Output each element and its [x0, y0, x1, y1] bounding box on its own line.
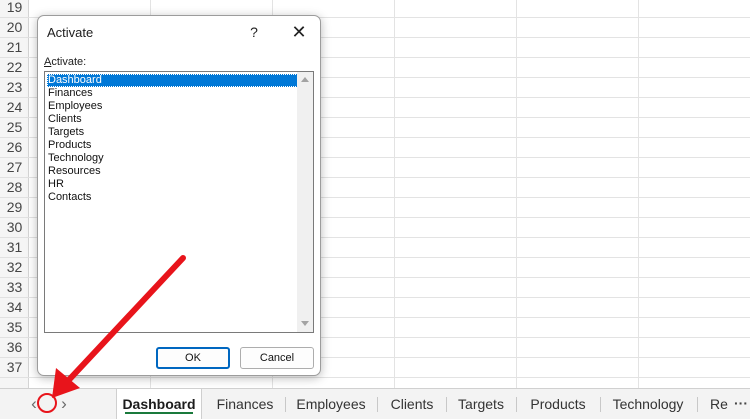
more-sheets-icon[interactable]: ··· — [732, 389, 750, 419]
list-item[interactable]: Contacts — [47, 191, 298, 204]
gridline — [394, 0, 395, 388]
row-header[interactable]: 24 — [0, 98, 29, 118]
row-header[interactable]: 22 — [0, 58, 29, 78]
list-item[interactable]: Dashboard — [47, 74, 298, 87]
scroll-tabs-right-icon[interactable]: › — [57, 393, 71, 415]
row-header[interactable]: 32 — [0, 258, 29, 278]
row-header[interactable]: 31 — [0, 238, 29, 258]
row-header[interactable]: 28 — [0, 178, 29, 198]
row-header[interactable]: 27 — [0, 158, 29, 178]
row-header[interactable]: 25 — [0, 118, 29, 138]
row-header[interactable]: 35 — [0, 318, 29, 338]
list-item[interactable]: Clients — [47, 113, 298, 126]
cancel-button[interactable]: Cancel — [240, 347, 314, 369]
row-header[interactable]: 34 — [0, 298, 29, 318]
row-header[interactable]: 36 — [0, 338, 29, 358]
gridline — [638, 0, 639, 388]
scroll-up-icon[interactable] — [297, 72, 313, 88]
list-item[interactable]: Targets — [47, 126, 298, 139]
list-scrollbar[interactable] — [297, 72, 313, 332]
sheet-tab-bar: ‹ › Dashboard Finances Employees Clients… — [0, 388, 750, 419]
close-icon[interactable]: ✕ — [286, 20, 312, 44]
row-header[interactable]: 30 — [0, 218, 29, 238]
tab-separator — [377, 397, 378, 412]
sheet-tab-label: Products — [530, 396, 586, 412]
sheet-tab-employees[interactable]: Employees — [288, 389, 374, 419]
sheet-tab-label: Re — [710, 396, 728, 412]
scroll-tabs-left-icon[interactable]: ‹ — [27, 393, 41, 415]
tab-separator — [516, 397, 517, 412]
sheet-list-label: Activate: — [44, 56, 86, 68]
sheet-tab-targets[interactable]: Targets — [449, 389, 513, 419]
list-item[interactable]: Resources — [47, 165, 298, 178]
help-button[interactable]: ? — [242, 20, 266, 44]
sheet-tab-technology[interactable]: Technology — [603, 389, 693, 419]
sheet-tab-dashboard[interactable]: Dashboard — [116, 389, 202, 419]
tab-separator — [600, 397, 601, 412]
row-headers: 19 20 21 22 23 24 25 26 27 28 29 30 31 3… — [0, 0, 29, 388]
list-item[interactable]: Products — [47, 139, 298, 152]
sheet-tab-label: Employees — [296, 396, 366, 412]
list-item[interactable]: Employees — [47, 100, 298, 113]
sheet-listbox[interactable]: Dashboard Finances Employees Clients Tar… — [44, 71, 314, 333]
list-item[interactable]: Finances — [47, 87, 298, 100]
gridline — [29, 377, 750, 378]
tab-separator — [697, 397, 698, 412]
active-tab-indicator — [125, 412, 193, 414]
dialog-title: Activate — [47, 25, 94, 40]
sheet-tab-finances[interactable]: Finances — [208, 389, 282, 419]
tab-separator — [446, 397, 447, 412]
ok-button[interactable]: OK — [156, 347, 230, 369]
row-header[interactable]: 37 — [0, 358, 29, 378]
row-header[interactable]: 23 — [0, 78, 29, 98]
activate-dialog: Activate ? ✕ Activate: Dashboard Finance… — [37, 15, 321, 376]
tab-separator — [285, 397, 286, 412]
sheet-tab-label: Clients — [390, 396, 434, 412]
scroll-down-icon[interactable] — [297, 316, 313, 332]
sheet-tab-clients[interactable]: Clients — [380, 389, 444, 419]
list-label-text: ctivate: — [51, 56, 87, 68]
row-header[interactable]: 26 — [0, 138, 29, 158]
row-header[interactable]: 29 — [0, 198, 29, 218]
sheet-tab-label: Technology — [612, 396, 684, 412]
list-item[interactable]: Technology — [47, 152, 298, 165]
row-header[interactable]: 19 — [0, 0, 29, 18]
row-header[interactable]: 20 — [0, 18, 29, 38]
list-item[interactable]: HR — [47, 178, 298, 191]
row-header[interactable]: 33 — [0, 278, 29, 298]
row-header[interactable]: 21 — [0, 38, 29, 58]
gridline — [516, 0, 517, 388]
sheet-tab-label: Finances — [216, 396, 274, 412]
sheet-tab-label: Dashboard — [122, 396, 196, 412]
sheet-tab-resources[interactable]: Re — [700, 389, 730, 419]
sheet-tab-label: Targets — [458, 396, 504, 412]
sheet-tab-products[interactable]: Products — [519, 389, 597, 419]
